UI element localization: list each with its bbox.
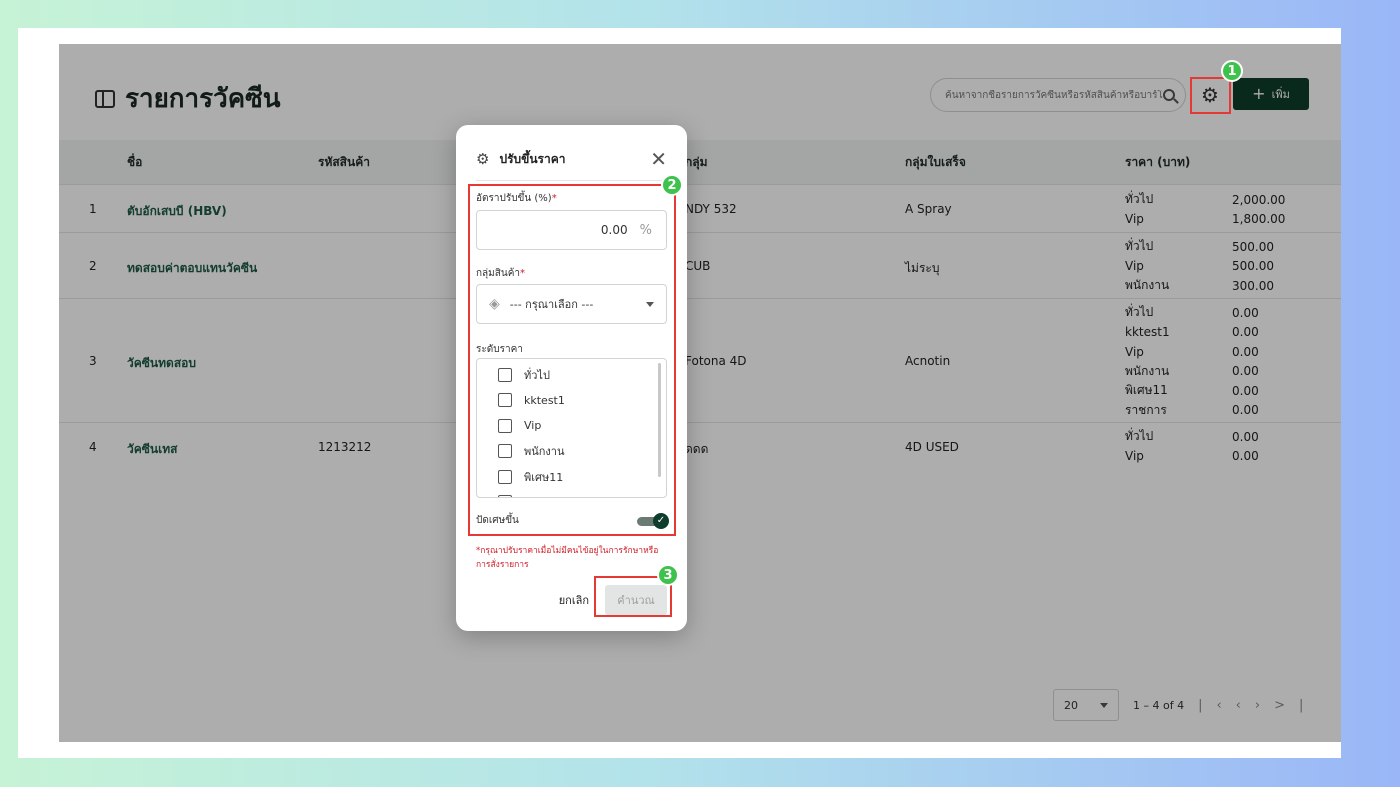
close-icon[interactable]: ✕	[650, 149, 667, 169]
gear-icon: ⚙	[476, 149, 490, 168]
step-badge-1: 1	[1221, 60, 1243, 82]
dialog-title: ปรับขึ้นราคา	[499, 151, 566, 166]
dialog-divider	[476, 180, 667, 181]
highlight-settings	[1190, 77, 1231, 114]
step-badge-3: 3	[657, 564, 679, 586]
cancel-button[interactable]: ยกเลิก	[559, 591, 589, 609]
highlight-form	[468, 184, 676, 536]
dialog-header: ⚙ ปรับขึ้นราคา ✕	[476, 149, 667, 169]
modal-backdrop[interactable]	[59, 44, 1341, 742]
step-badge-2: 2	[661, 174, 683, 196]
warning-text: *กรุณาปรับราคาเมื่อไม่มีคนไข้อยู่ในการรั…	[476, 546, 659, 570]
